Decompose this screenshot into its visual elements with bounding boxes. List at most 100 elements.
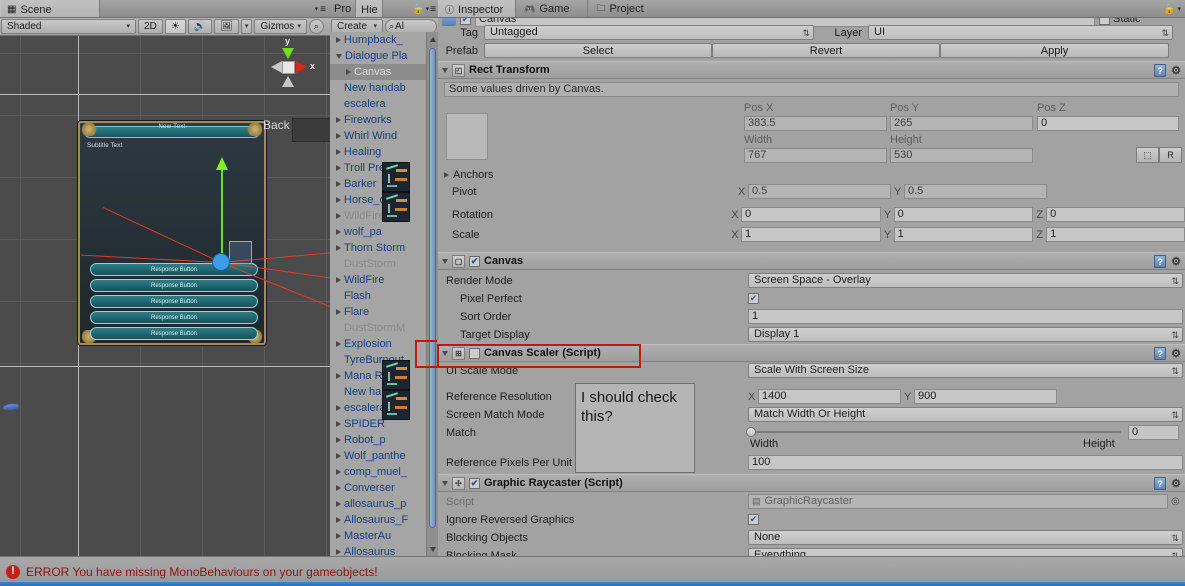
height-field[interactable]: 530 [890,148,1033,163]
gear-icon[interactable]: ⚙ [1171,348,1181,360]
blueprint-mode-button[interactable]: ⬚ [1136,147,1159,163]
pos-z-field[interactable]: 0 [1037,116,1179,131]
move-gizmo-y-axis[interactable] [216,157,228,254]
chevron-right-icon[interactable] [336,245,341,251]
scene-viewport[interactable]: New Text Subtitle Text Response Button R… [0,36,330,556]
rect-tool-handle[interactable] [229,241,252,264]
width-field[interactable]: 767 [744,148,887,163]
pos-x-field[interactable]: 383.5 [744,116,887,131]
response-button[interactable]: Response Button [90,263,258,276]
blocking-objects-dropdown[interactable]: None [748,530,1183,545]
hierarchy-item[interactable]: Barker [330,176,438,192]
hierarchy-item[interactable]: Robot_p [330,432,438,448]
chevron-right-icon[interactable] [336,181,341,187]
chevron-down-icon[interactable] [442,67,448,73]
scale-x-field[interactable]: 1 [741,227,881,242]
tab-project[interactable]: 🗀 Project [588,0,661,17]
chevron-right-icon[interactable] [336,117,341,123]
scene-audio-button[interactable]: 🔊 [187,19,213,34]
hierarchy-item[interactable]: wolf_pa [330,224,438,240]
response-button[interactable]: Response Button [90,279,258,292]
chevron-right-icon[interactable] [336,549,341,555]
gizmo-arrow-up-icon[interactable] [282,48,294,59]
chevron-right-icon[interactable] [336,277,341,283]
hierarchy-item[interactable]: Converser [330,480,438,496]
hierarchy-item[interactable]: Allosaurus [330,544,438,556]
hamburger-icon[interactable]: ≡ [430,4,436,15]
chevron-right-icon[interactable] [336,165,341,171]
response-button[interactable]: Response Button [90,327,258,340]
hierarchy-item[interactable]: New handab [330,384,438,400]
hierarchy-scrollbar[interactable] [426,32,438,556]
rotation-y-field[interactable]: 0 [893,207,1034,222]
view-mode-2d-button[interactable]: 2D [138,19,163,34]
ignore-reversed-checkbox[interactable] [748,514,759,525]
match-slider-track[interactable] [750,431,1121,433]
object-picker-icon[interactable]: ◎ [1171,496,1180,507]
response-button[interactable]: Response Button [90,311,258,324]
gear-icon[interactable]: ⚙ [1171,478,1181,490]
gizmo-center-cube[interactable] [282,61,295,74]
pivot-y-field[interactable]: 0.5 [904,184,1047,199]
rotation-z-field[interactable]: 0 [1046,207,1185,222]
chevron-down-icon[interactable]: ▾ [1177,6,1181,13]
chevron-down-icon[interactable] [442,350,448,356]
hierarchy-item[interactable]: allosaurus_p [330,496,438,512]
tab-inspector[interactable]: ⓘ Inspector [438,0,517,17]
chevron-right-icon[interactable] [336,453,341,459]
pixel-perfect-checkbox[interactable] [748,293,759,304]
hierarchy-item[interactable]: escalera_pr [330,400,438,416]
reference-resolution-x-field[interactable]: 1400 [758,389,901,404]
hierarchy-item[interactable]: WildFire [330,272,438,288]
render-mode-dropdown[interactable]: Screen Space - Overlay [748,273,1183,288]
hierarchy-item[interactable]: Horse_doots [330,192,438,208]
sort-order-field[interactable]: 1 [748,309,1183,324]
lock-icon[interactable]: 🔒 [412,4,424,15]
hierarchy-item[interactable]: TyreBurnout [330,352,438,368]
hierarchy-item[interactable]: Humpback_ [330,32,438,48]
scene-search-input[interactable]: ⌕ [308,19,324,34]
hierarchy-item[interactable]: Dialogue Pla [330,48,438,64]
gear-icon[interactable]: ⚙ [1171,256,1181,268]
tab-game[interactable]: 🎮 Game [516,0,589,17]
pos-y-field[interactable]: 265 [890,116,1033,131]
chevron-right-icon[interactable] [336,197,341,203]
hierarchy-item[interactable]: comp_muel_ [330,464,438,480]
raw-edit-mode-button[interactable]: R [1159,147,1182,163]
hierarchy-item[interactable]: MasterAu [330,528,438,544]
hierarchy-item[interactable]: Mana Regen [330,368,438,384]
chevron-right-icon[interactable] [336,421,341,427]
hierarchy-item[interactable]: Fireworks [330,112,438,128]
screen-match-mode-dropdown[interactable]: Match Width Or Height [748,407,1183,422]
chevron-right-icon[interactable] [336,485,341,491]
gizmo-arrow-down-icon[interactable] [282,76,294,87]
chevron-right-icon[interactable] [336,501,341,507]
gizmos-dropdown[interactable]: Gizmos ▾ [254,19,307,34]
ui-scale-mode-dropdown[interactable]: Scale With Screen Size [748,363,1183,378]
hierarchy-scroll-thumb[interactable] [429,48,436,528]
tab-hierarchy[interactable]: Hie [356,0,383,17]
canvas-scaler-header[interactable]: ⊞ Canvas Scaler (Script) ? ⚙ [438,344,1185,362]
draw-mode-dropdown[interactable]: Shaded ▾ [1,19,136,34]
blocking-mask-dropdown[interactable]: Everything [748,548,1183,556]
script-object-field[interactable]: ▤ GraphicRaycaster [748,494,1168,509]
layer-dropdown[interactable]: UI [868,25,1173,40]
canvas-scaler-enabled-checkbox[interactable] [469,347,480,359]
match-slider-knob[interactable] [746,427,756,437]
match-value-field[interactable]: 0 [1128,425,1179,440]
prefab-revert-button[interactable]: Revert [712,43,940,58]
chevron-down-icon[interactable]: ▾ [426,6,430,13]
reference-resolution-y-field[interactable]: 900 [914,389,1057,404]
chevron-right-icon[interactable] [336,469,341,475]
chevron-right-icon[interactable] [336,405,341,411]
chevron-right-icon[interactable] [336,149,341,155]
canvas-header[interactable]: ▢ Canvas ? ⚙ [438,252,1185,270]
target-display-dropdown[interactable]: Display 1 [748,327,1183,342]
help-icon[interactable]: ? [1154,64,1167,77]
help-icon[interactable]: ? [1154,477,1167,490]
hierarchy-item[interactable]: Thorn Storm [330,240,438,256]
chevron-down-icon[interactable] [442,258,448,264]
hierarchy-item[interactable]: Whirl Wind [330,128,438,144]
hierarchy-item[interactable]: Canvas [330,64,438,80]
hierarchy-item[interactable]: DustStormM [330,320,438,336]
